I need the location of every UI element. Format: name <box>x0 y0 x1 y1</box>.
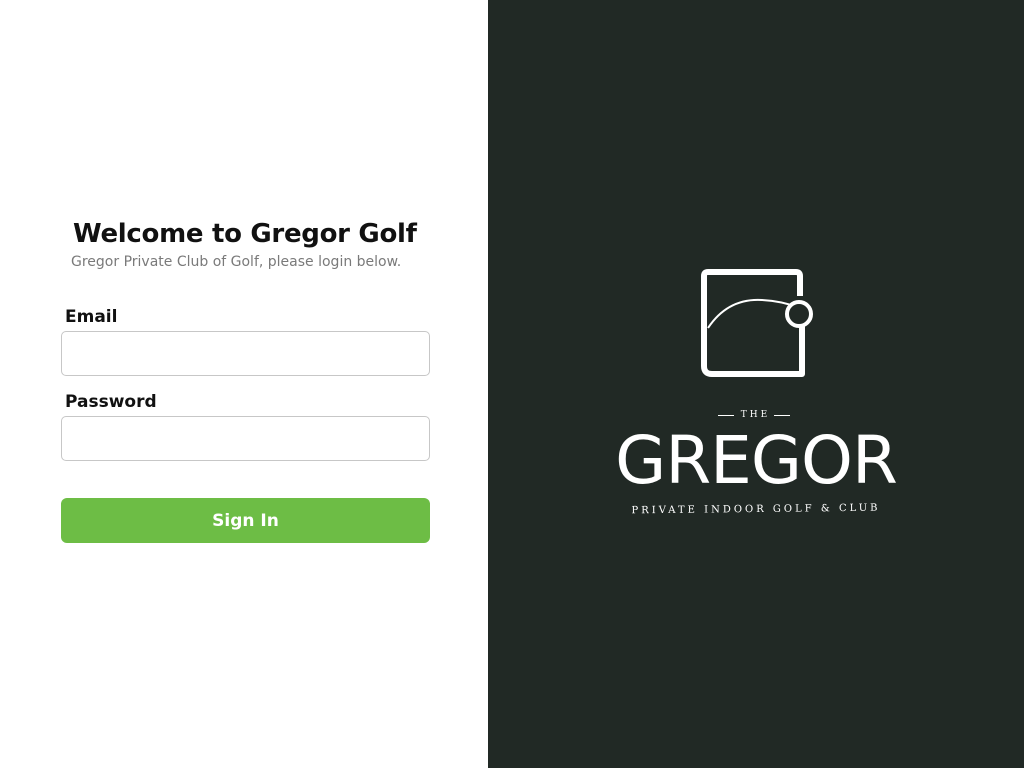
brand-the-line: THE <box>718 410 790 420</box>
email-field[interactable] <box>61 331 430 376</box>
brand-panel: THE GREGOR PRIVATE INDOOR GOLF & CLUB <box>488 0 1024 768</box>
brand-the-text: THE <box>740 410 771 420</box>
sign-in-button[interactable]: Sign In <box>61 498 430 543</box>
divider <box>773 414 790 416</box>
login-panel: Welcome to Gregor Golf Gregor Private Cl… <box>0 0 488 768</box>
page-subtitle: Gregor Private Club of Golf, please logi… <box>71 254 402 270</box>
page-title: Welcome to Gregor Golf <box>73 219 417 249</box>
brand-tagline: PRIVATE INDOOR GOLF & CLUB <box>631 502 881 517</box>
golf-ball-tee-logo-icon <box>701 269 813 377</box>
email-label: Email <box>65 307 118 327</box>
password-label: Password <box>65 392 157 412</box>
password-field[interactable] <box>61 416 430 461</box>
divider <box>718 414 734 416</box>
brand-logo-wordmark: GREGOR <box>615 422 898 499</box>
